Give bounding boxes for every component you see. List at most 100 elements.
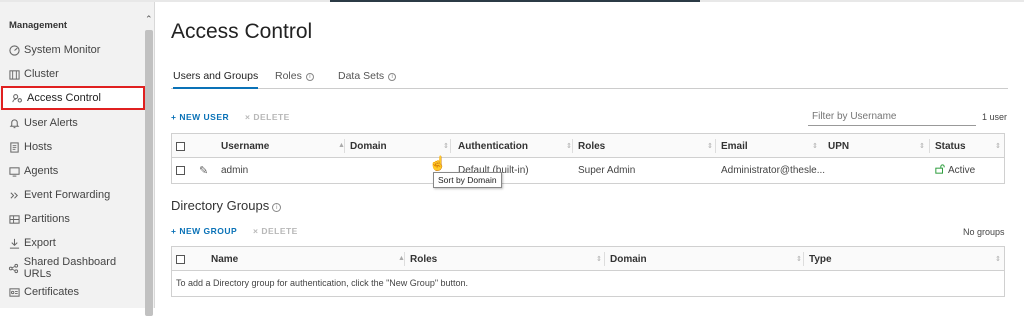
double-chevron-icon bbox=[8, 189, 20, 201]
tab-roles[interactable]: Roles i bbox=[275, 70, 314, 89]
sort-icon: ⇕ bbox=[995, 143, 1001, 150]
column-header-email[interactable]: Email bbox=[721, 134, 748, 158]
column-header-roles[interactable]: Roles bbox=[410, 247, 437, 271]
column-divider bbox=[450, 139, 451, 153]
sidebar-item-label: Certificates bbox=[24, 286, 80, 298]
bell-icon bbox=[8, 117, 20, 129]
sidebar-item-export[interactable]: Export bbox=[0, 231, 144, 255]
new-user-button[interactable]: + NEW USER bbox=[171, 112, 229, 122]
sort-icon: ⇕ bbox=[796, 256, 802, 263]
column-header-status[interactable]: Status bbox=[935, 134, 966, 158]
cluster-icon bbox=[8, 68, 20, 80]
info-icon: i bbox=[388, 73, 397, 81]
partitions-icon bbox=[8, 213, 20, 225]
groups-table-header: Name ▲ Roles ⇕ Domain ⇕ Type ⇕ bbox=[172, 247, 1004, 271]
tab-bar: Users and Groups Roles i Data Sets i bbox=[171, 70, 1008, 89]
sidebar-item-hosts[interactable]: Hosts bbox=[0, 135, 144, 159]
select-all-checkbox[interactable] bbox=[176, 247, 185, 271]
sidebar-scrollbar[interactable]: ⌃ bbox=[144, 10, 155, 316]
groups-table: Name ▲ Roles ⇕ Domain ⇕ Type ⇕ To add a … bbox=[171, 246, 1005, 297]
sort-icon: ⇕ bbox=[995, 256, 1001, 263]
column-divider bbox=[344, 139, 345, 153]
tab-users-and-groups[interactable]: Users and Groups bbox=[173, 70, 259, 89]
main-content: Access Control Users and Groups Roles i D… bbox=[171, 0, 1011, 308]
sidebar: Management System Monitor Cluster Access… bbox=[0, 2, 155, 316]
column-header-domain[interactable]: Domain bbox=[610, 247, 647, 271]
scrollbar-thumb[interactable] bbox=[145, 30, 153, 316]
sidebar-item-label: Agents bbox=[24, 165, 59, 177]
group-count: No groups bbox=[963, 227, 1005, 237]
sidebar-item-cluster[interactable]: Cluster bbox=[0, 62, 144, 86]
unlock-icon bbox=[935, 163, 945, 177]
delete-group-button[interactable]: × DELETE bbox=[253, 226, 298, 236]
column-divider bbox=[604, 252, 605, 266]
sort-icon: ⇕ bbox=[919, 143, 925, 150]
edit-pencil-icon[interactable]: ✎ bbox=[199, 158, 208, 182]
share-icon bbox=[8, 262, 20, 274]
scroll-up-icon[interactable]: ⌃ bbox=[145, 14, 153, 25]
filter-username-input[interactable] bbox=[808, 108, 976, 126]
monitor-icon bbox=[8, 165, 20, 177]
column-header-type[interactable]: Type bbox=[809, 247, 832, 271]
sort-icon: ⇕ bbox=[596, 256, 602, 263]
users-table-header: Username ▲ Domain ⇕ Authentication ⇕ Rol… bbox=[172, 134, 1004, 158]
empty-state-row: To add a Directory group for authenticat… bbox=[172, 271, 1004, 295]
column-header-authentication[interactable]: Authentication bbox=[458, 134, 528, 158]
certificate-icon bbox=[8, 286, 20, 298]
sidebar-item-label: Cluster bbox=[24, 68, 59, 80]
sidebar-item-partitions[interactable]: Partitions bbox=[0, 207, 144, 231]
users-table: Username ▲ Domain ⇕ Authentication ⇕ Rol… bbox=[171, 133, 1005, 184]
sidebar-item-shared-dashboard-urls[interactable]: Shared Dashboard URLs bbox=[0, 256, 144, 280]
sidebar-item-label: Access Control bbox=[27, 92, 101, 104]
delete-user-button[interactable]: × DELETE bbox=[245, 112, 290, 122]
sidebar-item-label: Shared Dashboard URLs bbox=[23, 256, 117, 280]
sidebar-item-system-monitor[interactable]: System Monitor bbox=[0, 38, 144, 62]
column-header-name[interactable]: Name bbox=[211, 247, 238, 271]
sidebar-item-label: Event Forwarding bbox=[24, 189, 111, 201]
directory-groups-title: Directory Groups i bbox=[171, 198, 282, 213]
sidebar-item-user-alerts[interactable]: User Alerts bbox=[0, 111, 144, 135]
column-header-username[interactable]: Username bbox=[221, 134, 269, 158]
user-count: 1 user bbox=[982, 112, 1008, 122]
empty-state-message: To add a Directory group for authenticat… bbox=[176, 278, 469, 288]
sidebar-item-label: Hosts bbox=[24, 141, 53, 153]
column-divider bbox=[929, 139, 930, 153]
sidebar-section-title: Management bbox=[9, 20, 68, 31]
sidebar-item-access-control[interactable]: Access Control bbox=[1, 86, 145, 110]
sort-icon: ⇕ bbox=[566, 143, 572, 150]
sidebar-item-label: Export bbox=[24, 237, 56, 249]
sidebar-item-label: Partitions bbox=[24, 213, 70, 225]
cell-email: Administrator@thesle... bbox=[721, 164, 826, 176]
column-header-upn[interactable]: UPN bbox=[828, 134, 849, 158]
column-header-roles[interactable]: Roles bbox=[578, 134, 605, 158]
cell-roles: Super Admin bbox=[578, 164, 636, 176]
sort-icon: ⇕ bbox=[443, 143, 449, 150]
sidebar-item-event-forwarding[interactable]: Event Forwarding bbox=[0, 183, 144, 207]
sidebar-item-label: User Alerts bbox=[24, 117, 78, 129]
select-all-checkbox[interactable] bbox=[176, 134, 185, 158]
info-icon: i bbox=[272, 203, 282, 212]
document-icon bbox=[8, 141, 20, 153]
page-title: Access Control bbox=[171, 20, 313, 43]
cell-username: admin bbox=[221, 164, 249, 176]
column-divider bbox=[715, 139, 716, 153]
download-icon bbox=[8, 237, 20, 249]
column-divider bbox=[404, 252, 405, 266]
hand-pointer-icon: ☝ bbox=[429, 155, 447, 171]
column-divider bbox=[572, 139, 573, 153]
column-divider bbox=[803, 252, 804, 266]
info-icon: i bbox=[305, 73, 314, 81]
table-row[interactable]: ✎ admin Default (built-in) Super Admin A… bbox=[172, 158, 1004, 182]
cell-status: Active bbox=[935, 158, 975, 182]
row-checkbox[interactable] bbox=[176, 158, 185, 182]
column-header-domain[interactable]: Domain bbox=[350, 134, 387, 158]
users-key-icon bbox=[11, 92, 23, 104]
sidebar-item-label: System Monitor bbox=[24, 44, 101, 56]
new-group-button[interactable]: + NEW GROUP bbox=[171, 226, 237, 236]
sidebar-item-agents[interactable]: Agents bbox=[0, 159, 144, 183]
gauge-icon bbox=[8, 44, 20, 56]
sort-tooltip: Sort by Domain bbox=[433, 172, 502, 188]
tab-data-sets[interactable]: Data Sets i bbox=[338, 70, 397, 89]
sidebar-item-certificates[interactable]: Certificates bbox=[0, 280, 144, 304]
sort-icon: ⇕ bbox=[812, 143, 818, 150]
